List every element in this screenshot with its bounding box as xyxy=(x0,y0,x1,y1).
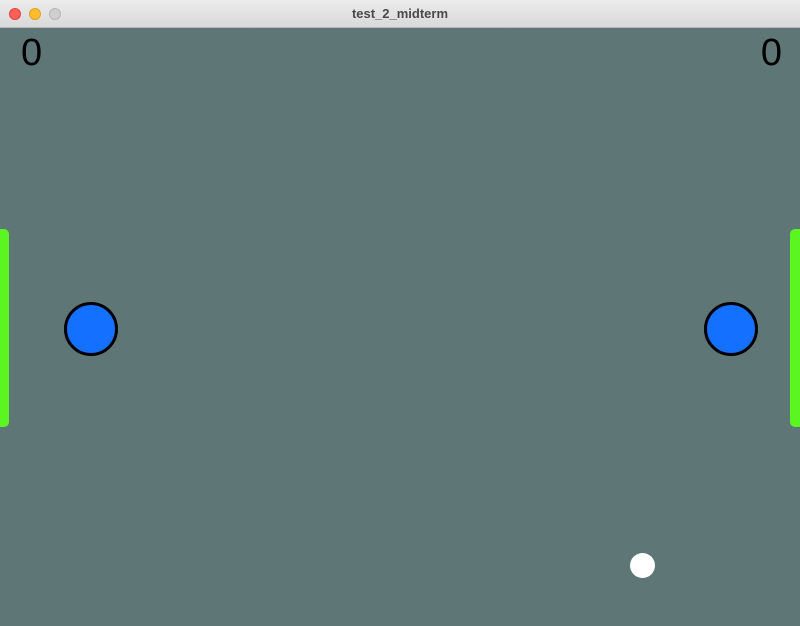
left-score: 0 xyxy=(21,32,43,74)
puck xyxy=(630,553,655,578)
title-bar[interactable]: test_2_midterm xyxy=(0,0,800,28)
game-canvas[interactable]: 0 0 xyxy=(0,28,800,626)
left-goal xyxy=(0,229,9,427)
right-score: 0 xyxy=(760,32,782,74)
right-goal xyxy=(790,229,800,427)
app-window: test_2_midterm 0 0 xyxy=(0,0,800,626)
window-title: test_2_midterm xyxy=(351,6,449,21)
right-mallet[interactable] xyxy=(704,302,758,356)
left-mallet[interactable] xyxy=(64,302,118,356)
